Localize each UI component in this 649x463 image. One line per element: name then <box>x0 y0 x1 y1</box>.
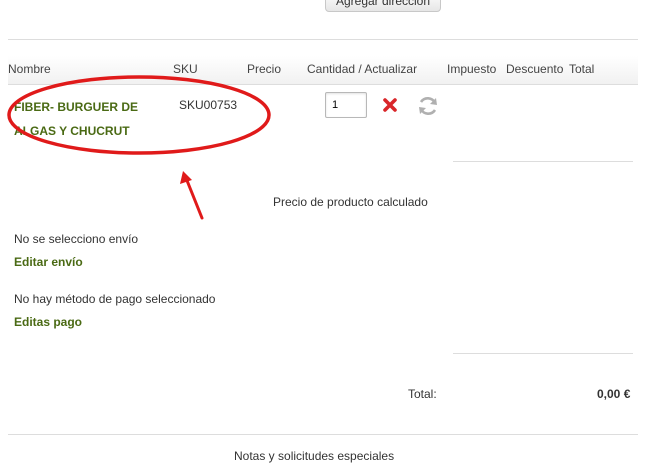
shipping-status: No se selecciono envío <box>14 232 139 246</box>
edit-shipping-link[interactable]: Editar envío <box>14 255 83 269</box>
total-label: Total: <box>408 387 437 401</box>
total-value: 0,00 € <box>597 387 631 401</box>
bottom-divider <box>8 434 638 435</box>
price-calculated-label: Precio de producto calculado <box>273 195 428 209</box>
column-header-quantity: Cantidad / Actualizar <box>307 62 418 76</box>
quantity-input[interactable] <box>325 92 367 118</box>
column-header-tax: Impuesto <box>447 62 497 76</box>
row-divider <box>453 161 633 162</box>
annotation-arrow-icon <box>180 171 204 220</box>
remove-x-icon[interactable] <box>381 96 399 114</box>
add-address-button[interactable]: Agregar dirección <box>325 0 441 12</box>
notes-heading: Notas y solicitudes especiales <box>234 449 395 463</box>
top-divider <box>8 39 638 40</box>
payment-status: No hay método de pago seleccionado <box>14 292 216 306</box>
column-header-total: Total <box>569 62 595 76</box>
column-header-discount: Descuento <box>506 62 564 76</box>
refresh-icon[interactable] <box>416 94 440 118</box>
edit-payment-link[interactable]: Editas pago <box>14 315 82 329</box>
annotation-ellipse <box>7 75 271 155</box>
summary-divider <box>453 353 633 354</box>
